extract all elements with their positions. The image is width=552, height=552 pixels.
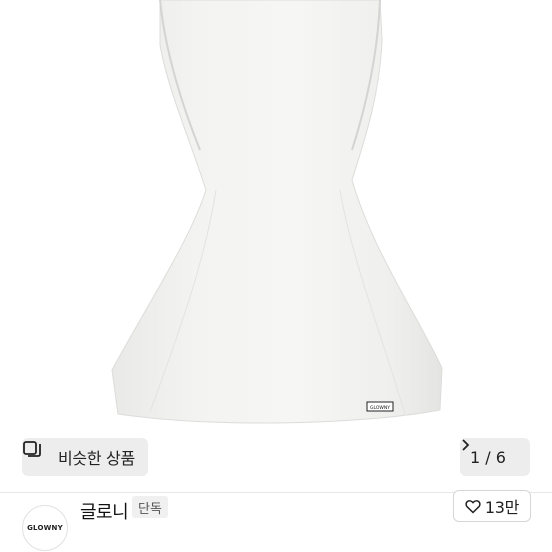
- pager-count: 1 / 6: [470, 447, 506, 467]
- store-logo[interactable]: GLOWNY: [22, 505, 68, 551]
- garment-label-tag: GLOWNY: [370, 405, 390, 411]
- chevron-right-icon: [462, 439, 526, 464]
- exclusive-badge: 단독: [132, 496, 168, 518]
- store-name[interactable]: 글로니: [80, 498, 129, 524]
- similar-items-button[interactable]: 비슷한 상품: [22, 438, 148, 476]
- similar-items-label: 비슷한 상품: [58, 449, 135, 468]
- store-logo-text: GLOWNY: [27, 524, 63, 532]
- like-button[interactable]: 13만: [453, 490, 531, 522]
- image-pager[interactable]: 1 / 6: [460, 438, 530, 476]
- similar-items-icon: [23, 441, 52, 467]
- like-count: 13만: [484, 498, 520, 517]
- dress-illustration: GLOWNY: [111, 0, 443, 424]
- product-image[interactable]: GLOWNY 비슷한 상품 1 / 6: [0, 0, 552, 492]
- heart-icon: [465, 499, 481, 514]
